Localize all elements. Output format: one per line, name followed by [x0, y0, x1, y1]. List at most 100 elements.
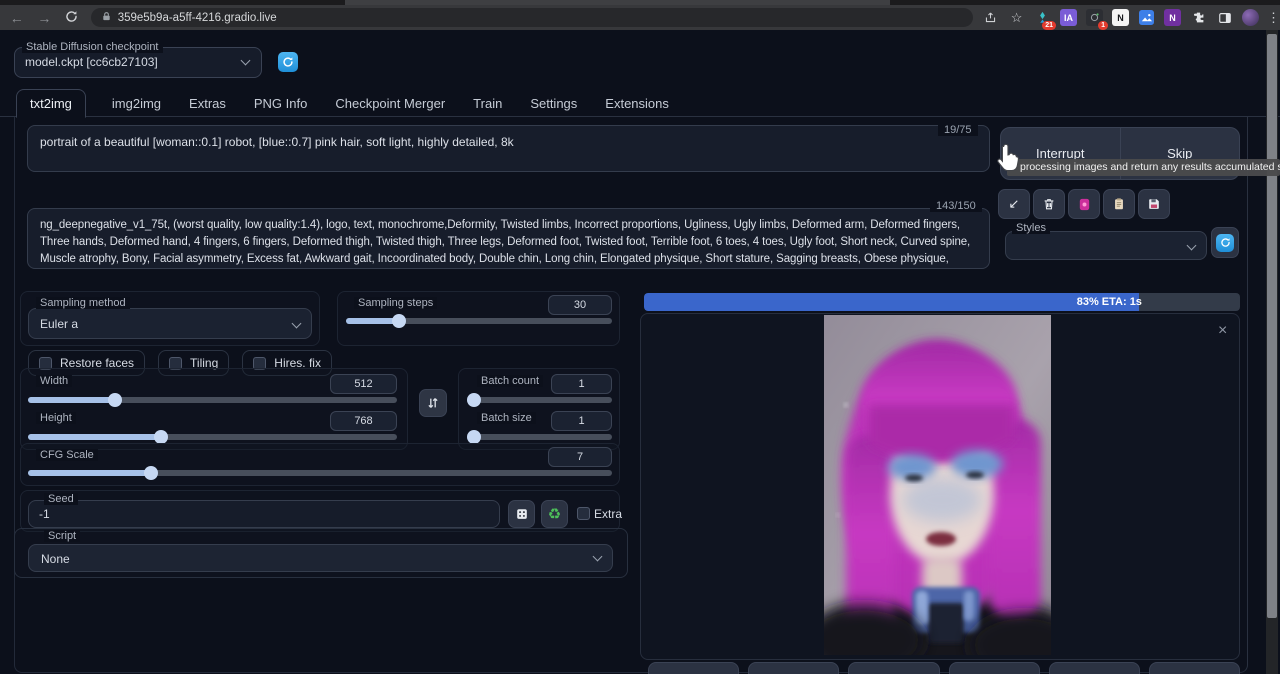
batch-size-value[interactable]: 1	[551, 411, 612, 431]
lock-icon	[101, 9, 112, 27]
width-slider[interactable]	[28, 397, 397, 403]
tab-img2img[interactable]: img2img	[110, 90, 163, 117]
extensions-puzzle-icon[interactable]	[1190, 9, 1207, 26]
slider-handle[interactable]	[154, 430, 168, 444]
progress-text: 83% ETA: 1s	[1077, 293, 1142, 311]
height-value[interactable]: 768	[330, 411, 397, 431]
cfg-scale-value[interactable]: 7	[548, 447, 612, 467]
slider-handle[interactable]	[144, 466, 158, 480]
seed-input[interactable]: -1	[28, 500, 500, 528]
close-icon[interactable]: ×	[1218, 322, 1227, 340]
extension-camera-icon[interactable]: 1	[1086, 9, 1103, 26]
progress-fill	[644, 293, 1139, 311]
reload-icon[interactable]	[61, 10, 83, 26]
extension-badge: 21	[1042, 21, 1056, 30]
profile-avatar[interactable]	[1242, 9, 1259, 26]
chevron-down-icon	[241, 56, 251, 66]
sampling-steps-value[interactable]: 30	[548, 295, 612, 315]
tab-train[interactable]: Train	[471, 90, 504, 117]
back-icon[interactable]: ←	[6, 10, 28, 26]
width-label: Width	[36, 375, 72, 387]
chevron-down-icon	[593, 552, 603, 562]
paste-generation-params-button[interactable]: ↙	[998, 189, 1030, 219]
batch-count-value[interactable]: 1	[551, 374, 612, 394]
negative-prompt-input[interactable]: ng_deepnegative_v1_75t, (worst quality, …	[27, 208, 990, 269]
tooltip: processing images and return any results…	[1007, 159, 1280, 176]
refresh-styles-button[interactable]	[1211, 227, 1239, 258]
address-bar[interactable]: 359e5b9a-a5ff-4216.gradio.live	[91, 8, 973, 27]
sampling-method-dropdown[interactable]: Euler a	[28, 308, 312, 339]
mouse-cursor-hand	[992, 141, 1022, 182]
extension-notion-icon[interactable]: N	[1112, 9, 1129, 26]
width-value[interactable]: 512	[330, 374, 397, 394]
output-action-button[interactable]	[848, 662, 939, 674]
extension-onenote-icon[interactable]: N	[1164, 9, 1181, 26]
generated-image[interactable]	[824, 315, 1051, 655]
refresh-checkpoint-button[interactable]	[278, 52, 298, 72]
sampling-method-label: Sampling method	[36, 297, 130, 309]
checkpoint-value: model.ckpt [cc6cb27103]	[25, 55, 158, 69]
progress-bar: 83% ETA: 1s	[644, 293, 1240, 311]
negative-token-counter: 143/150	[930, 200, 982, 212]
tab-txt2img[interactable]: txt2img	[16, 89, 86, 118]
script-dropdown[interactable]: None	[28, 544, 613, 572]
tab-bar: txt2img img2img Extras PNG Info Checkpoi…	[16, 90, 671, 117]
slider-handle[interactable]	[108, 393, 122, 407]
extension-badge: 1	[1098, 21, 1108, 30]
batch-count-slider[interactable]	[468, 397, 612, 403]
output-action-button[interactable]	[648, 662, 739, 674]
negative-prompt-text: ng_deepnegative_v1_75t, (worst quality, …	[40, 219, 970, 269]
clear-prompt-button[interactable]	[1033, 189, 1065, 219]
batch-count-label: Batch count	[477, 375, 543, 387]
extension-ia-icon[interactable]: IA	[1060, 9, 1077, 26]
tab-png-info[interactable]: PNG Info	[252, 90, 309, 117]
tab-checkpoint-merger[interactable]: Checkpoint Merger	[333, 90, 447, 117]
prompt-text: portrait of a beautiful [woman::0.1] rob…	[40, 135, 514, 149]
batch-size-label: Batch size	[477, 412, 536, 424]
batch-size-slider[interactable]	[468, 434, 612, 440]
slider-handle[interactable]	[467, 393, 481, 407]
extension-photos-icon[interactable]	[1138, 9, 1155, 26]
cfg-scale-label: CFG Scale	[36, 449, 98, 461]
slider-handle[interactable]	[467, 430, 481, 444]
styles-label: Styles	[1012, 222, 1050, 234]
checkpoint-label: Stable Diffusion checkpoint	[22, 41, 163, 53]
output-action-button[interactable]	[1049, 662, 1140, 674]
styles-dropdown[interactable]	[1005, 231, 1207, 260]
height-slider[interactable]	[28, 434, 397, 440]
tab-extras[interactable]: Extras	[187, 90, 228, 117]
output-action-button[interactable]	[1149, 662, 1240, 674]
sampling-steps-label: Sampling steps	[354, 297, 437, 309]
tab-settings[interactable]: Settings	[528, 90, 579, 117]
cfg-scale-slider[interactable]	[28, 470, 612, 476]
bookmark-star-icon[interactable]: ☆	[1008, 9, 1025, 26]
output-action-buttons	[648, 662, 1240, 674]
save-style-button[interactable]	[1138, 189, 1170, 219]
url-text: 359e5b9a-a5ff-4216.gradio.live	[118, 12, 277, 24]
reuse-seed-button[interactable]: ♻	[541, 500, 568, 528]
tab-extensions[interactable]: Extensions	[603, 90, 671, 117]
extra-networks-button[interactable]	[1068, 189, 1100, 219]
apply-styles-button[interactable]	[1103, 189, 1135, 219]
random-seed-button[interactable]	[508, 500, 535, 528]
forward-icon[interactable]: →	[34, 10, 56, 26]
browser-toolbar: ← → 359e5b9a-a5ff-4216.gradio.live ☆ 21 …	[0, 5, 1280, 30]
seed-extra-checkbox[interactable]	[577, 507, 590, 520]
output-action-button[interactable]	[748, 662, 839, 674]
script-label: Script	[44, 530, 80, 542]
share-icon[interactable]	[982, 9, 999, 26]
extension-teal-icon[interactable]: 21	[1034, 9, 1051, 26]
swap-width-height-button[interactable]	[419, 389, 447, 417]
sampling-steps-slider[interactable]	[346, 318, 612, 324]
sidebar-icon[interactable]	[1216, 9, 1233, 26]
chevron-down-icon	[292, 319, 302, 329]
scrollbar-thumb[interactable]	[1267, 34, 1277, 618]
prompt-token-counter: 19/75	[938, 124, 978, 136]
seed-label: Seed	[44, 493, 78, 505]
prompt-input[interactable]: portrait of a beautiful [woman::0.1] rob…	[27, 125, 990, 172]
output-action-button[interactable]	[949, 662, 1040, 674]
seed-extra-label: Extra	[594, 507, 622, 521]
browser-menu-icon[interactable]: ⋮	[1267, 10, 1280, 26]
chevron-down-icon	[1187, 241, 1197, 251]
page: ← → 359e5b9a-a5ff-4216.gradio.live ☆ 21 …	[0, 0, 1280, 674]
